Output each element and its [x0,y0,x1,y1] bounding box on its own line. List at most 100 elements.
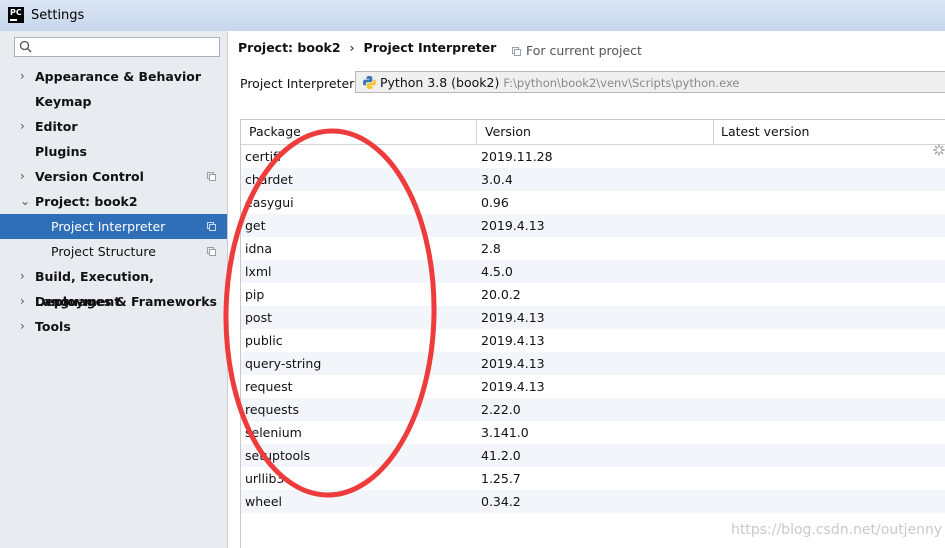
table-header: Package Version Latest version [241,120,945,145]
table-row[interactable]: post 2019.4.13 [241,306,945,329]
nav-item-editor[interactable]: › Editor [0,114,227,139]
package-version: 2019.11.28 [481,149,553,164]
nav-item-build-execution-deployment[interactable]: › Build, Execution, Deployment [0,264,227,309]
nav-item-languages-frameworks[interactable]: › Languages & Frameworks [0,289,227,314]
package-name: easygui [245,195,294,210]
nav-item-label: Project: book2 [35,194,138,209]
nav-item-label: Languages & Frameworks [35,294,217,309]
project-scope-icon [207,222,216,231]
package-name: request [245,379,293,394]
nav-item-label: Project Interpreter [51,219,166,234]
package-name: requests [245,402,300,417]
table-row[interactable]: easygui 0.96 [241,191,945,214]
nav-item-appearance-behavior[interactable]: › Appearance & Behavior [0,64,227,89]
package-version: 41.2.0 [481,448,521,463]
table-row[interactable]: idna 2.8 [241,237,945,260]
nav-item-plugins[interactable]: Plugins [0,139,227,164]
package-name: pip [245,287,265,302]
package-version: 3.141.0 [481,425,529,440]
breadcrumb-project[interactable]: Project: book2 [238,40,341,55]
table-row[interactable]: request 2019.4.13 [241,375,945,398]
column-header-version[interactable]: Version [485,120,531,144]
column-divider[interactable] [713,120,714,144]
chevron-right-icon: › [20,169,25,183]
interpreter-select[interactable]: Python 3.8 (book2) F:\python\book2\venv\S… [355,71,945,93]
package-name: chardet [245,172,293,187]
nav-item-label: Project Structure [51,244,156,259]
interpreter-label: Project Interpreter: [240,76,359,91]
package-version: 3.0.4 [481,172,513,187]
package-name: certifi [245,149,281,164]
packages-table: Package Version Latest version certifi 20… [240,119,945,548]
package-name: setuptools [245,448,311,463]
chevron-right-icon: › [20,69,25,83]
settings-sidebar: › Appearance & Behavior Keymap › Editor … [0,31,228,548]
package-name: selenium [245,425,302,440]
window-title: Settings [31,8,85,23]
search-icon [19,40,32,53]
chevron-right-icon: › [20,294,25,308]
settings-main-panel: Project: book2 › Project Interpreter For c… [228,31,945,548]
nav-item-label: Editor [35,119,78,134]
column-header-package[interactable]: Package [249,120,301,144]
package-version: 0.34.2 [481,494,521,509]
nav-item-label: Appearance & Behavior [35,69,201,84]
package-name: wheel [245,494,282,509]
package-name: urllib3 [245,471,285,486]
package-name: public [245,333,283,348]
package-version: 2.22.0 [481,402,521,417]
column-header-latest-version[interactable]: Latest version [721,120,809,144]
settings-nav-tree: › Appearance & Behavior Keymap › Editor … [0,64,227,339]
package-version: 20.0.2 [481,287,521,302]
nav-item-project-structure[interactable]: Project Structure [0,239,227,264]
package-name: post [245,310,272,325]
nav-item-project-book2[interactable]: ⌄ Project: book2 [0,189,227,214]
column-divider[interactable] [476,120,477,144]
table-row[interactable]: pip 20.0.2 [241,283,945,306]
interpreter-name: Python 3.8 (book2) F:\python\book2\venv\S… [380,75,740,90]
scope-note-label: For current project [526,43,642,58]
package-version: 4.5.0 [481,264,513,279]
nav-item-tools[interactable]: › Tools [0,314,227,339]
package-name: idna [245,241,272,256]
table-row[interactable]: get 2019.4.13 [241,214,945,237]
table-row[interactable]: wheel 0.34.2 [241,490,945,513]
project-scope-icon [512,47,521,56]
chevron-right-icon: › [20,269,25,283]
breadcrumb-separator: › [349,40,355,55]
package-name: get [245,218,266,233]
table-row[interactable]: certifi 2019.11.28 [241,145,945,168]
table-row[interactable]: setuptools 41.2.0 [241,444,945,467]
table-row[interactable]: query-string 2019.4.13 [241,352,945,375]
window-titlebar: PC Settings [0,0,945,32]
package-version: 2019.4.13 [481,379,545,394]
scope-note: For current project [512,43,642,58]
package-version: 2019.4.13 [481,356,545,371]
nav-item-label: Version Control [35,169,144,184]
package-name: lxml [245,264,272,279]
table-row[interactable]: chardet 3.0.4 [241,168,945,191]
nav-item-label: Plugins [35,144,87,159]
nav-item-label: Keymap [35,94,92,109]
package-version: 1.25.7 [481,471,521,486]
package-version: 2.8 [481,241,501,256]
pycharm-logo-icon: PC [8,7,24,23]
table-row[interactable]: requests 2.22.0 [241,398,945,421]
table-row[interactable]: public 2019.4.13 [241,329,945,352]
nav-item-version-control[interactable]: › Version Control [0,164,227,189]
breadcrumb: Project: book2 › Project Interpreter [238,40,496,55]
chevron-right-icon: › [20,319,25,333]
table-row[interactable]: urllib3 1.25.7 [241,467,945,490]
table-row[interactable]: selenium 3.141.0 [241,421,945,444]
python-icon [363,76,376,89]
settings-search-input[interactable] [14,37,220,57]
project-scope-icon [207,172,216,181]
table-row[interactable]: lxml 4.5.0 [241,260,945,283]
nav-item-project-interpreter[interactable]: Project Interpreter [0,214,227,239]
package-version: 0.96 [481,195,509,210]
interpreter-name-text: Python 3.8 (book2) [380,75,500,90]
package-name: query-string [245,356,322,371]
package-version: 2019.4.13 [481,333,545,348]
package-version: 2019.4.13 [481,218,545,233]
nav-item-keymap[interactable]: Keymap [0,89,227,114]
